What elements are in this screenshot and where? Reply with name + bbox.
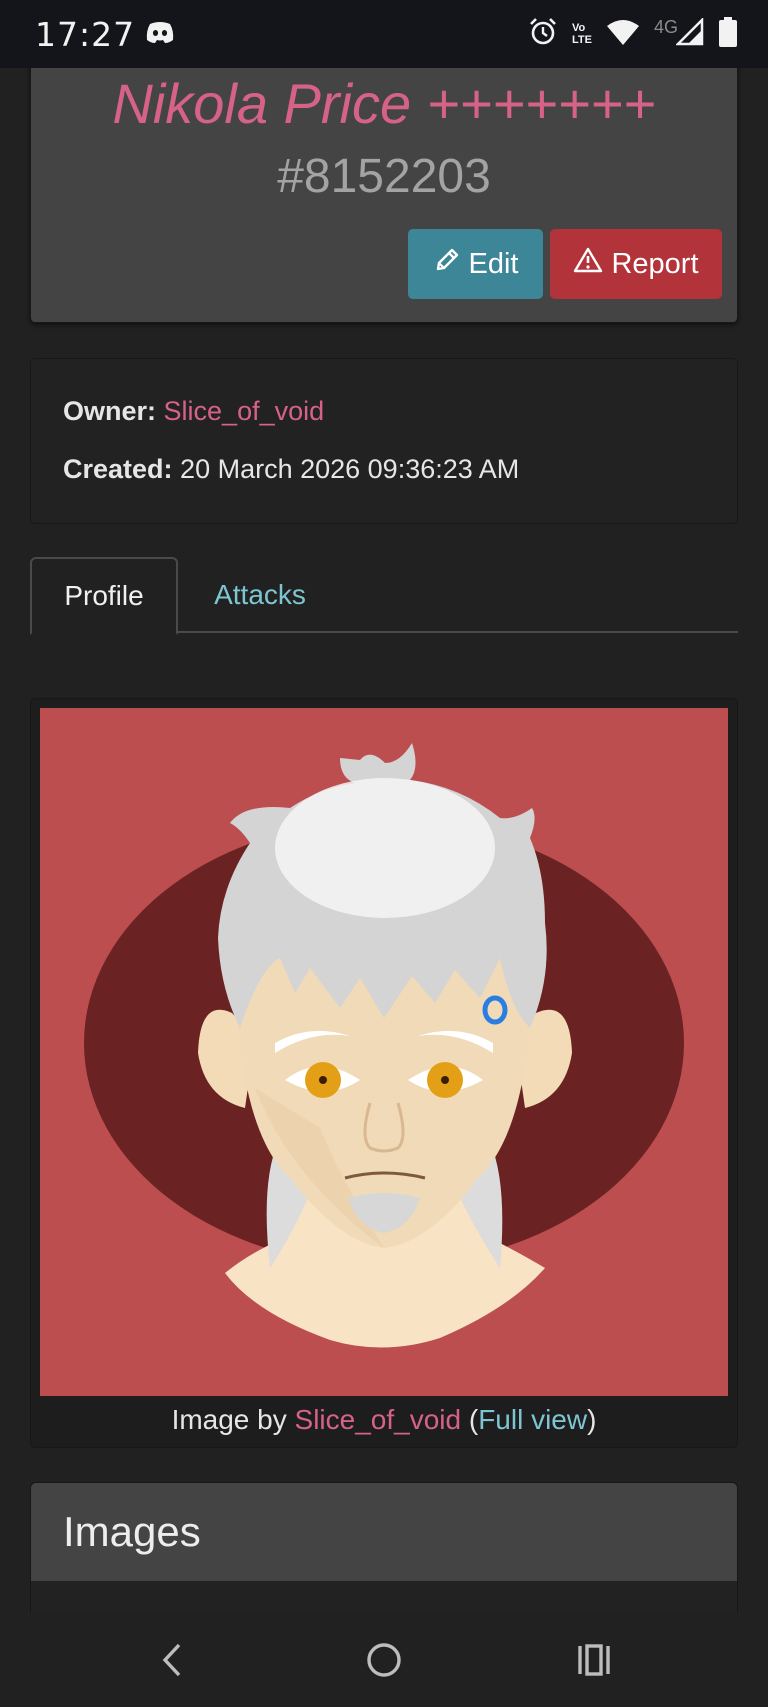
character-portrait[interactable] xyxy=(40,708,728,1396)
edit-button[interactable]: Edit xyxy=(408,229,543,299)
clock: 17:27 xyxy=(35,14,136,54)
volte-top: Vo xyxy=(572,22,586,34)
status-right: Vo LTE 4G xyxy=(528,16,738,52)
image-caption: Image by Slice_of_void (Full view) xyxy=(31,1404,737,1436)
created-value: 20 March 2026 09:36:23 AM xyxy=(180,454,520,484)
character-image-card: Image by Slice_of_void (Full view) xyxy=(30,698,738,1448)
created-label: Created: xyxy=(63,454,173,484)
report-button[interactable]: Report xyxy=(550,229,722,299)
discord-icon xyxy=(145,20,175,49)
character-name: Nikola Price +++++++ xyxy=(112,72,656,135)
volte-bottom: LTE xyxy=(572,34,592,46)
artist-link[interactable]: Slice_of_void xyxy=(295,1404,462,1435)
network-type: 4G xyxy=(653,16,678,37)
caption-prefix: Image by xyxy=(171,1404,295,1435)
owner-link[interactable]: Slice_of_void xyxy=(164,396,325,426)
back-icon[interactable] xyxy=(147,1635,197,1685)
tab-attacks[interactable]: Attacks xyxy=(180,557,340,633)
volte-icon: Vo LTE xyxy=(572,22,592,46)
owner-label: Owner: xyxy=(63,396,157,426)
report-label: Report xyxy=(611,247,699,280)
page-content[interactable]: Nikola Price +++++++ #8152203 Edit Repor… xyxy=(0,68,768,1613)
warning-icon xyxy=(573,246,603,282)
character-header-card: Nikola Price +++++++ #8152203 Edit Repor… xyxy=(30,68,738,323)
status-bar: 17:27 Vo LTE 4G xyxy=(0,0,768,68)
images-section-title: Images xyxy=(31,1483,737,1581)
character-info-card: Owner: Slice_of_void Created: 20 March 2… xyxy=(30,358,738,524)
owner-row: Owner: Slice_of_void xyxy=(63,396,324,427)
system-nav-bar xyxy=(0,1613,768,1707)
images-section: Images xyxy=(30,1482,738,1613)
created-row: Created: 20 March 2026 09:36:23 AM xyxy=(63,454,519,485)
recent-apps-icon[interactable] xyxy=(569,1635,619,1685)
home-icon[interactable] xyxy=(359,1635,409,1685)
profile-tabs: Profile Attacks xyxy=(30,557,738,635)
battery-icon xyxy=(718,16,738,52)
alarm-icon xyxy=(528,17,558,52)
caption-paren-open: ( xyxy=(461,1404,479,1435)
tab-profile[interactable]: Profile xyxy=(30,557,178,635)
full-view-link[interactable]: Full view xyxy=(478,1404,587,1435)
edit-label: Edit xyxy=(468,247,519,280)
pencil-icon xyxy=(433,246,461,282)
wifi-icon xyxy=(606,18,640,51)
character-id: #8152203 xyxy=(277,150,491,203)
status-left: 17:27 xyxy=(35,15,175,54)
signal-icon xyxy=(674,16,704,51)
caption-paren-close: ) xyxy=(587,1404,597,1435)
